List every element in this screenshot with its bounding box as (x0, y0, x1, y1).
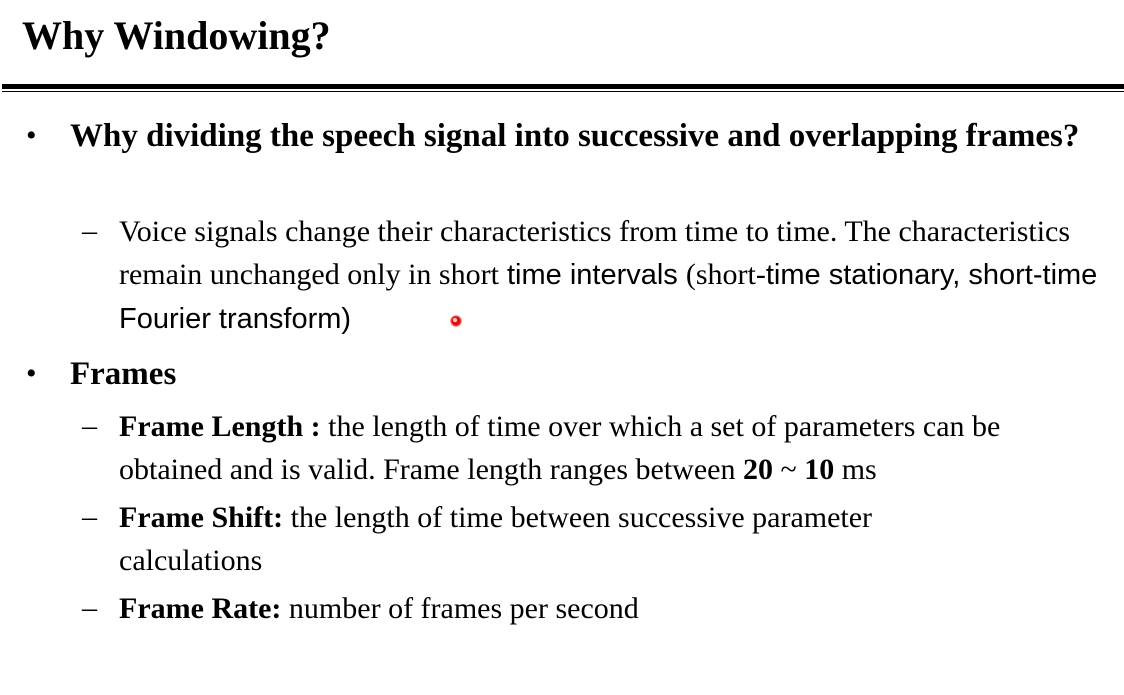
frame-rate-desc: number of frames per second (281, 592, 639, 625)
frame-length-unit: ms (834, 453, 877, 486)
bullet-marker: • (26, 119, 37, 152)
frame-length-range-a: 20 (742, 453, 773, 486)
frame-length-term: Frame Length : (119, 410, 321, 443)
subitem-voice-signals: Voice signals change their characteristi… (119, 210, 1109, 341)
frame-length-range-sep: ~ (772, 453, 805, 486)
bullet-heading-frames: Frames (70, 356, 177, 392)
title-rule-thin (2, 91, 1124, 92)
frame-rate-term: Frame Rate: (119, 592, 282, 625)
title-rule-thick (2, 84, 1124, 89)
subitem-marker: – (82, 500, 97, 533)
voice-signals-text-serif-b: (short- (685, 258, 766, 291)
subitem-frame-shift: Frame Shift: the length of time between … (119, 496, 1019, 582)
subitem-frame-rate: Frame Rate: number of frames per second (119, 587, 1109, 630)
frame-shift-term: Frame Shift: (119, 501, 284, 534)
voice-signals-text-sans-a: time intervals (498, 259, 686, 291)
slide: Why Windowing? • Why dividing the speech… (0, 0, 1124, 695)
laser-pointer-dot (450, 315, 462, 327)
subitem-marker: – (82, 591, 97, 624)
slide-title: Why Windowing? (22, 13, 331, 58)
subitem-frame-length: Frame Length : the length of time over w… (119, 405, 1109, 491)
subitem-marker: – (82, 214, 97, 247)
bullet-heading-why-dividing: Why dividing the speech signal into succ… (70, 118, 1080, 154)
bullet-marker: • (26, 357, 37, 390)
frame-length-range-b: 10 (804, 453, 835, 486)
subitem-marker: – (82, 409, 97, 442)
